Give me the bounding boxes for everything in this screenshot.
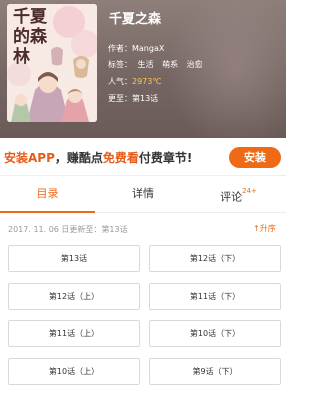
update-info: 2017. 11. 06 日更新至：第13话 bbox=[8, 225, 128, 234]
chapter-button[interactable]: 第12话（下） bbox=[149, 245, 281, 272]
chapter-button[interactable]: 第11话（下） bbox=[149, 283, 281, 310]
comic-title: 千夏之森 bbox=[109, 12, 162, 27]
promo-paid-chapters: 付费章节! bbox=[138, 151, 193, 165]
chapter-button[interactable]: 第11话（上） bbox=[8, 320, 140, 347]
chapter-button[interactable]: 第10话（下） bbox=[149, 320, 281, 347]
app-promo-text: 安装APP，赚酷点免费看付费章节! bbox=[4, 149, 192, 166]
sort-ascending-button[interactable]: ↑升序 bbox=[253, 223, 276, 234]
cover-title-text: 千夏的森林 bbox=[13, 7, 47, 67]
promo-free: 免费看 bbox=[102, 151, 139, 165]
author-value[interactable]: MangaX bbox=[132, 44, 164, 53]
popularity-key: 人气： bbox=[108, 77, 132, 86]
comments-count-badge: 24+ bbox=[242, 187, 257, 195]
tags-key: 标签： bbox=[108, 60, 132, 69]
promo-install-app: 安装APP bbox=[4, 151, 55, 165]
latest-row: 更至：第13话 bbox=[108, 93, 158, 104]
latest-value: 第13话 bbox=[132, 94, 159, 103]
comic-cover-image[interactable]: 千夏的森林 bbox=[7, 4, 97, 122]
popularity-row: 人气：2973℃ bbox=[108, 76, 161, 87]
tag-item[interactable]: 萌系 bbox=[162, 60, 178, 69]
chapter-button[interactable]: 第12话（上） bbox=[8, 283, 140, 310]
author-row: 作者：MangaX bbox=[108, 43, 164, 54]
popularity-value: 2973℃ bbox=[132, 77, 162, 86]
tab-catalog[interactable]: 目录 bbox=[0, 176, 95, 212]
chapter-button[interactable]: 第9话（下） bbox=[149, 358, 281, 385]
chapter-button[interactable]: 第10话（上） bbox=[8, 358, 140, 385]
latest-key: 更至： bbox=[108, 94, 132, 103]
author-key: 作者： bbox=[108, 44, 132, 53]
chapter-button[interactable]: 第13话 bbox=[8, 245, 140, 272]
tab-comments-label: 评论 bbox=[220, 190, 243, 204]
install-app-button[interactable]: 安装 bbox=[229, 147, 281, 168]
promo-earn: ，赚酷点 bbox=[54, 151, 103, 165]
tab-details[interactable]: 详情 bbox=[95, 176, 191, 212]
tab-comments[interactable]: 评论24+ bbox=[191, 176, 286, 212]
tab-bar: 目录 详情 评论24+ bbox=[0, 176, 286, 212]
tags-row: 标签： 生活 萌系 治愈 bbox=[108, 59, 209, 70]
comic-header: 千夏的森林 千夏之森 作者：MangaX 标签： 生活 萌系 治愈 人气：297… bbox=[0, 0, 286, 138]
tag-item[interactable]: 治愈 bbox=[187, 60, 203, 69]
tag-item[interactable]: 生活 bbox=[138, 60, 154, 69]
active-tab-indicator bbox=[0, 211, 95, 213]
